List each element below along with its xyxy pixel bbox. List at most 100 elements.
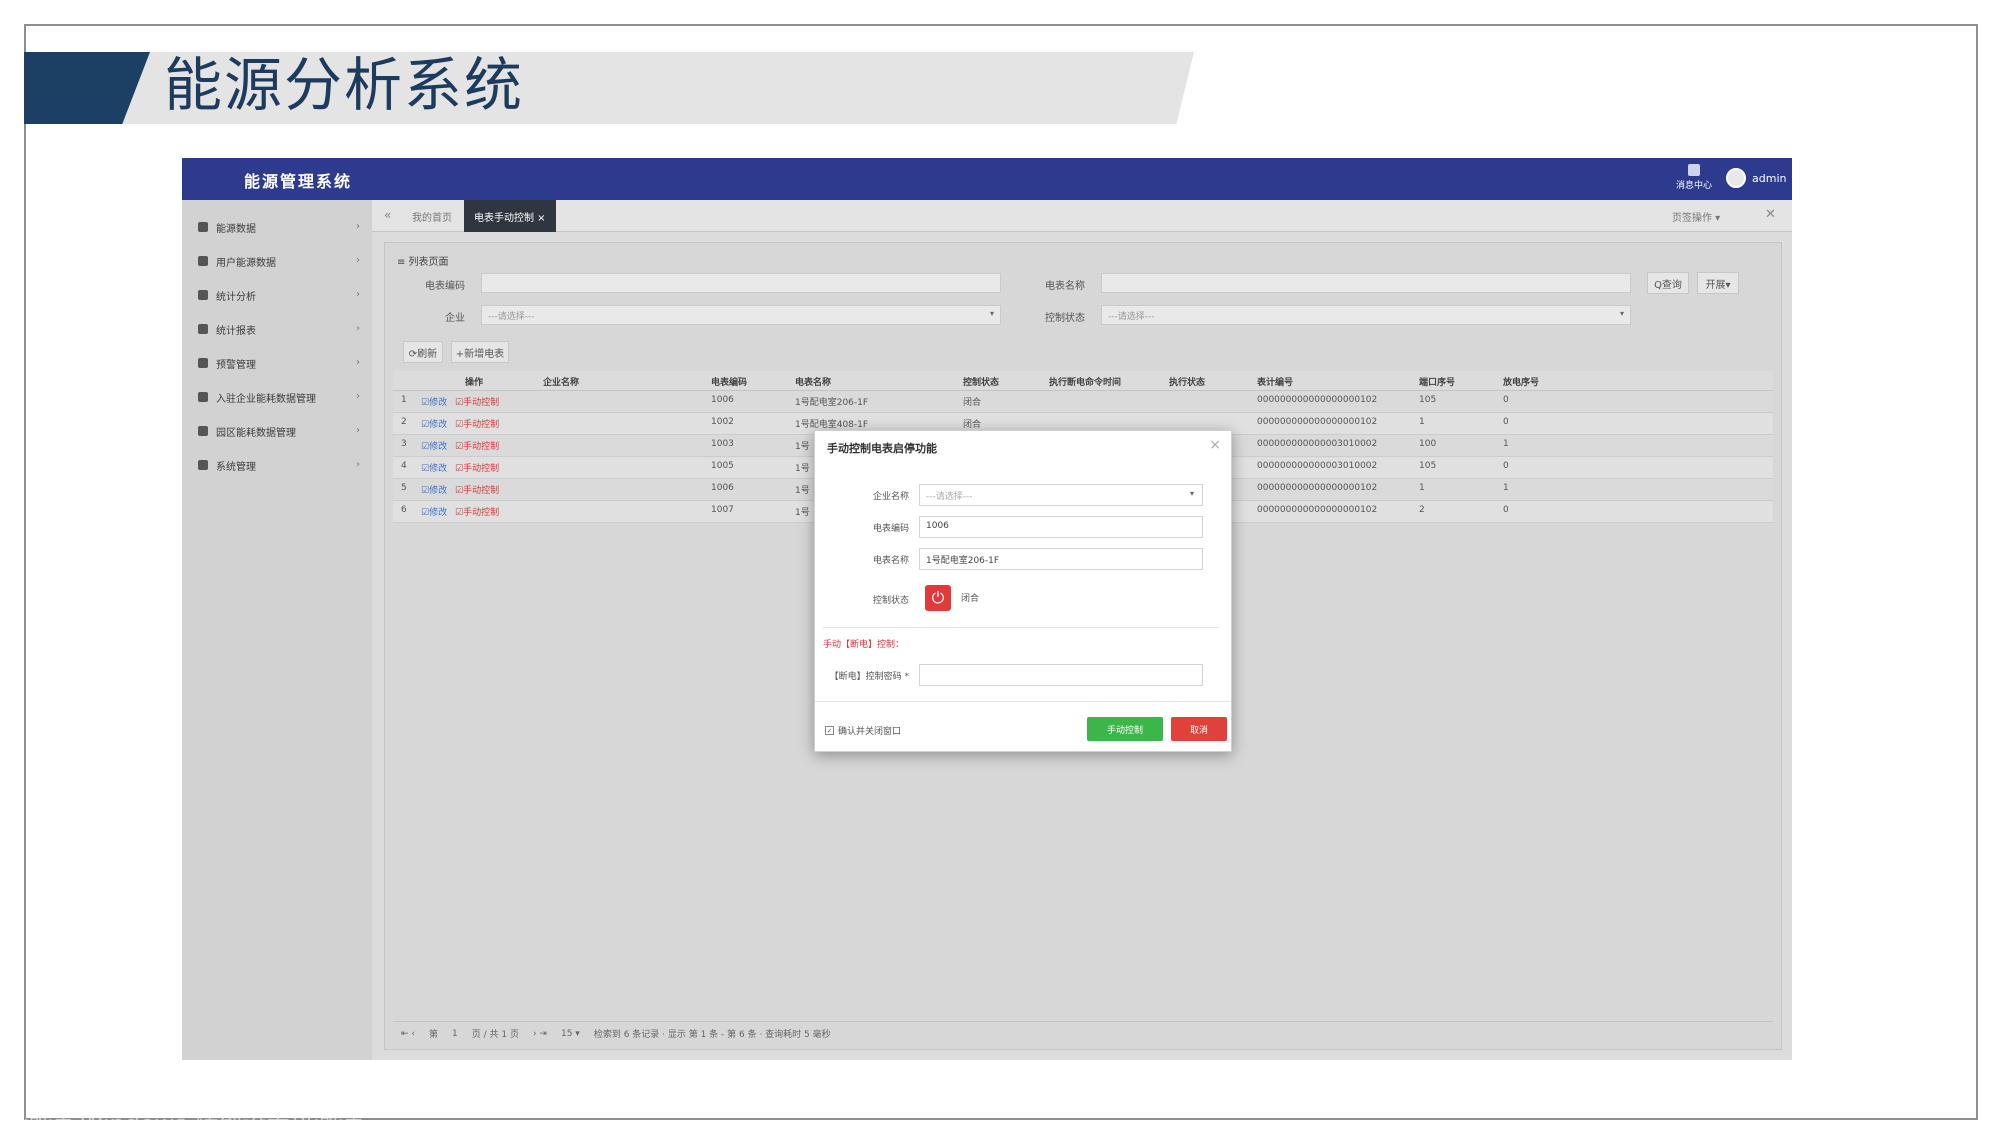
edit-link[interactable]: ☑修改 bbox=[421, 395, 447, 408]
confirm-close-label: 确认并关闭窗口 bbox=[838, 727, 902, 737]
meter-code-label: 电表编码 bbox=[425, 281, 465, 292]
user-menu[interactable]: admin ▾ bbox=[1726, 168, 1792, 188]
sidebar-item-user-energy[interactable]: 用户能源数据 › bbox=[182, 244, 372, 278]
pager-page-label: 第 bbox=[429, 1030, 439, 1040]
column-header: 端口序号 bbox=[1419, 378, 1456, 388]
building-icon bbox=[198, 392, 208, 402]
sequence-number: 0 bbox=[1503, 417, 1509, 427]
port-number: 105 bbox=[1419, 395, 1437, 405]
meter-name-field[interactable]: 1号配电室206-1F bbox=[919, 548, 1203, 570]
close-icon[interactable]: ✕ bbox=[1765, 207, 1776, 222]
column-header: 企业名称 bbox=[543, 378, 580, 388]
meter-serial: 000000000000000000102 bbox=[1257, 505, 1378, 515]
chevron-right-icon: › bbox=[356, 289, 360, 300]
manual-control-link[interactable]: ☑手动控制 bbox=[455, 505, 499, 518]
page-size-select[interactable]: 15 ▾ bbox=[561, 1029, 580, 1039]
sidebar-item-label: 能源数据 bbox=[216, 223, 256, 235]
tab-home[interactable]: 我的首页 bbox=[402, 200, 462, 232]
edit-link[interactable]: ☑修改 bbox=[421, 505, 447, 518]
refresh-button[interactable]: ⟳刷新 bbox=[403, 341, 443, 363]
slide-title: 能源分析系统 bbox=[164, 51, 525, 119]
meter-name: 1号配电室408-1F bbox=[795, 420, 869, 430]
company-name-select[interactable]: ---请选择--- ▾ bbox=[919, 484, 1203, 506]
chevron-right-icon: › bbox=[356, 425, 360, 436]
cancel-button[interactable]: 取消 bbox=[1171, 717, 1227, 741]
control-status: 闭合 bbox=[963, 398, 982, 408]
meter-serial: 000000000000003010002 bbox=[1257, 439, 1378, 449]
status-select-value: ---请选择--- bbox=[1108, 312, 1155, 322]
meter-code-input[interactable] bbox=[481, 273, 1001, 293]
app-header: 能源管理系统 消息中心 admin ▾ bbox=[182, 158, 1792, 200]
tab-operations-button[interactable]: 页签操作 ▾ bbox=[1672, 209, 1720, 224]
add-meter-button[interactable]: +新增电表 bbox=[451, 341, 509, 363]
row-number: 1 bbox=[401, 395, 407, 405]
user-name: admin bbox=[1752, 171, 1787, 185]
sidebar-item-label: 园区能耗数据管理 bbox=[216, 427, 296, 439]
sidebar-item-energy-data[interactable]: 能源数据 › bbox=[182, 210, 372, 244]
database-icon bbox=[198, 426, 208, 436]
port-number: 1 bbox=[1419, 417, 1425, 427]
control-password-label: 【断电】控制密码 * bbox=[829, 672, 909, 682]
pager-page-input[interactable]: 1 bbox=[452, 1029, 458, 1039]
pager-first-prev-button[interactable]: ⇤ ‹ bbox=[401, 1029, 415, 1039]
status-select[interactable]: ---请选择--- ▾ bbox=[1101, 305, 1631, 325]
sidebar-item-label: 用户能源数据 bbox=[216, 257, 276, 269]
pager-next-last-button[interactable]: › ⇥ bbox=[533, 1029, 547, 1039]
row-number: 4 bbox=[401, 461, 407, 471]
chevron-right-icon: › bbox=[356, 459, 360, 470]
meter-code: 1005 bbox=[711, 461, 734, 471]
edit-link[interactable]: ☑修改 bbox=[421, 417, 447, 430]
edit-link[interactable]: ☑修改 bbox=[421, 483, 447, 496]
message-center-button[interactable]: 消息中心 bbox=[1672, 164, 1716, 191]
meter-name-label: 电表名称 bbox=[1045, 281, 1085, 292]
sidebar-item-analysis[interactable]: 统计分析 › bbox=[182, 278, 372, 312]
chevron-down-icon: ▾ bbox=[989, 309, 994, 318]
manual-control-link[interactable]: ☑手动控制 bbox=[455, 483, 499, 496]
status-label: 控制状态 bbox=[1045, 313, 1085, 324]
chevron-right-icon: › bbox=[356, 391, 360, 402]
manual-control-button[interactable]: 手动控制 bbox=[1087, 717, 1163, 741]
port-number: 105 bbox=[1419, 461, 1437, 471]
confirm-close-checkbox[interactable]: ✓ 确认并关闭窗口 bbox=[825, 724, 901, 737]
manual-control-link[interactable]: ☑手动控制 bbox=[455, 395, 499, 408]
meter-code: 1003 bbox=[711, 439, 734, 449]
meter-name: 1号 bbox=[795, 486, 810, 496]
sequence-number: 1 bbox=[1503, 439, 1509, 449]
column-header: 电表编码 bbox=[711, 378, 748, 388]
column-header: 表计编号 bbox=[1257, 378, 1294, 388]
manual-control-link[interactable]: ☑手动控制 bbox=[455, 461, 499, 474]
tab-back-button[interactable]: « bbox=[384, 208, 391, 222]
home-icon bbox=[198, 222, 208, 232]
pager-of-label: 页 / 共 1 页 bbox=[471, 1030, 519, 1040]
sidebar-item-label: 入驻企业能耗数据管理 bbox=[216, 393, 316, 405]
meter-name: 1号 bbox=[795, 442, 810, 452]
meter-name-input[interactable] bbox=[1101, 273, 1631, 293]
close-icon[interactable]: × bbox=[1209, 437, 1221, 453]
sequence-number: 1 bbox=[1503, 483, 1509, 493]
table-icon bbox=[198, 324, 208, 334]
tab-meter-control[interactable]: 电表手动控制 × bbox=[464, 200, 556, 232]
power-icon[interactable]: ⏻ bbox=[925, 585, 951, 611]
grid-header: 操作 企业名称 电表编码 电表名称 控制状态 执行断电命令时间 执行状态 表计编… bbox=[393, 371, 1773, 391]
sidebar-item-reports[interactable]: 统计报表 › bbox=[182, 312, 372, 346]
control-password-field[interactable] bbox=[919, 664, 1203, 686]
control-state-label: 控制状态 bbox=[872, 596, 909, 606]
more-button[interactable]: 开展▾ bbox=[1697, 272, 1739, 294]
company-select[interactable]: ---请选择--- ▾ bbox=[481, 305, 1001, 325]
search-button[interactable]: Q查询 bbox=[1647, 272, 1689, 294]
sidebar-item-company-energy[interactable]: 入驻企业能耗数据管理 › bbox=[182, 380, 372, 414]
meter-code-field[interactable]: 1006 bbox=[919, 516, 1203, 538]
manual-control-link[interactable]: ☑手动控制 bbox=[455, 417, 499, 430]
manual-control-link[interactable]: ☑手动控制 bbox=[455, 439, 499, 452]
message-icon bbox=[1688, 164, 1700, 176]
pager-summary: 检索到 6 条记录 · 显示 第 1 条 - 第 6 条 · 查询耗时 5 毫秒 bbox=[593, 1030, 831, 1040]
sidebar-item-system[interactable]: 系统管理 › bbox=[182, 448, 372, 482]
message-center-label: 消息中心 bbox=[1675, 181, 1712, 191]
row-number: 5 bbox=[401, 483, 407, 493]
edit-link[interactable]: ☑修改 bbox=[421, 461, 447, 474]
port-number: 100 bbox=[1419, 439, 1437, 449]
sidebar-item-park-energy[interactable]: 园区能耗数据管理 › bbox=[182, 414, 372, 448]
meter-serial: 000000000000000000102 bbox=[1257, 395, 1378, 405]
sidebar-item-alerts[interactable]: 预警管理 › bbox=[182, 346, 372, 380]
edit-link[interactable]: ☑修改 bbox=[421, 439, 447, 452]
